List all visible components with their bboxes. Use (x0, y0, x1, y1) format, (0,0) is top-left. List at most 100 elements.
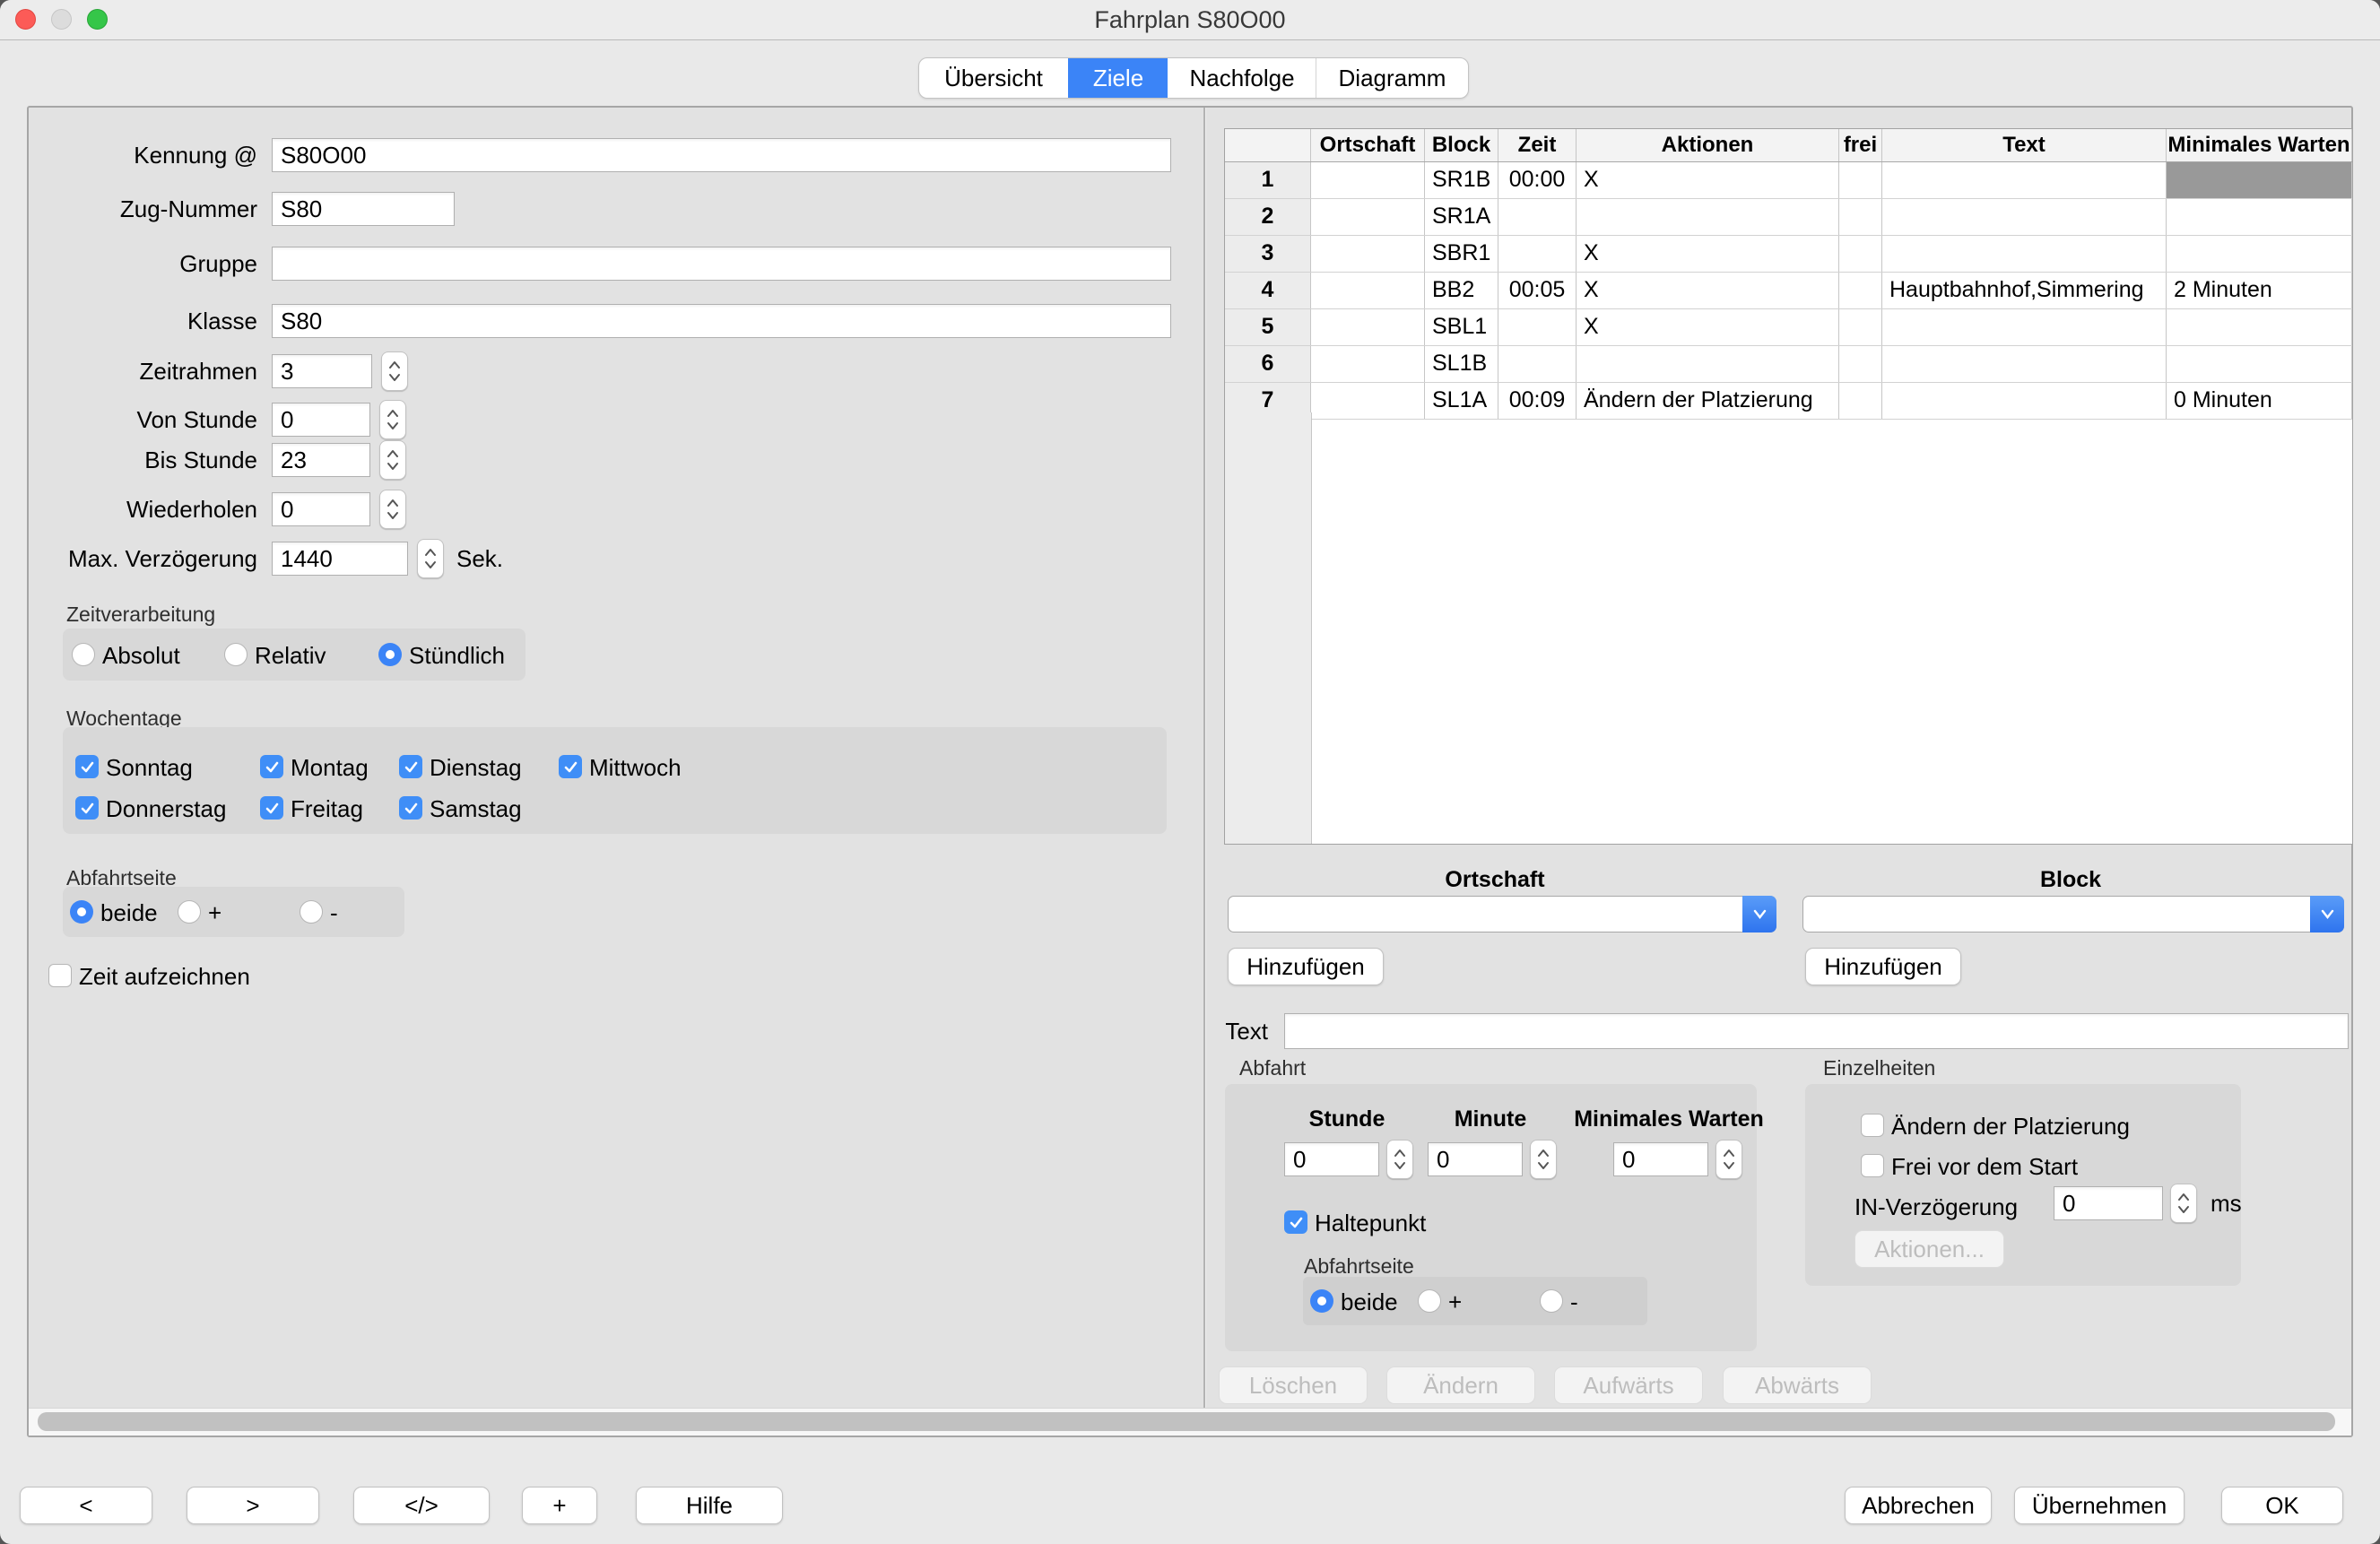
column-header-ortschaft[interactable]: Ortschaft (1311, 129, 1425, 161)
cell-zeit[interactable] (1498, 199, 1577, 235)
checkbox-ndern-der-platzierung[interactable] (1861, 1114, 1884, 1137)
abfahrtseite-radio-beide[interactable] (70, 900, 93, 924)
field-zeitrahmen-stepper[interactable] (381, 351, 408, 391)
stunde-input[interactable]: 0 (1284, 1142, 1379, 1176)
cell-ortschaft[interactable] (1311, 236, 1425, 272)
abfahrtseite-radio-blank[interactable] (178, 900, 201, 924)
cell-num[interactable]: 1 (1225, 162, 1311, 198)
field-klasse-input[interactable]: S80 (272, 304, 1171, 338)
abfahrt-abfahrtseite-radio-blank[interactable] (1418, 1289, 1441, 1313)
field-kennung-input[interactable]: S80O00 (272, 138, 1171, 172)
cell-zeit[interactable] (1498, 236, 1577, 272)
field-max-verz-gerung-stepper[interactable] (417, 539, 444, 578)
cell-warten[interactable] (2167, 236, 2352, 272)
cell-zeit[interactable] (1498, 346, 1577, 382)
uebernehmen-button[interactable]: Übernehmen (2014, 1487, 2185, 1524)
field-max-verz-gerung-input[interactable]: 1440 (272, 542, 408, 576)
column-header-text[interactable]: Text (1882, 129, 2167, 161)
abfahrt-abfahrtseite-radio-blank[interactable] (1540, 1289, 1563, 1313)
column-header-minimales-warten[interactable]: Minimales Warten (2167, 129, 2352, 161)
checkbox-frei-vor-dem-start[interactable] (1861, 1154, 1884, 1177)
cell-aktionen[interactable] (1577, 199, 1839, 235)
minimales-warten-input[interactable]: 0 (1613, 1142, 1708, 1176)
cell-aktionen[interactable]: Ändern der Platzierung (1577, 383, 1839, 419)
checkbox-sonntag[interactable] (75, 755, 99, 778)
abbrechen-button[interactable]: Abbrechen (1845, 1487, 1992, 1524)
cell-warten[interactable]: 2 Minuten (2167, 273, 2352, 308)
table-row[interactable]: 2 SR1A (1225, 199, 2352, 236)
cell-zeit[interactable]: 00:09 (1498, 383, 1577, 419)
cell-text[interactable] (1882, 346, 2167, 382)
field-bis-stunde-input[interactable]: 23 (272, 443, 370, 477)
column-header-row-number[interactable] (1225, 129, 1311, 161)
in-verzoegerung-input[interactable]: 0 (2054, 1186, 2163, 1220)
field-zug-nummer-input[interactable]: S80 (272, 192, 455, 226)
checkbox-dienstag[interactable] (399, 755, 422, 778)
in-verzoegerung-stepper[interactable] (2170, 1184, 2197, 1223)
column-header-frei[interactable]: frei (1839, 129, 1882, 161)
radio-absolut[interactable] (72, 643, 95, 666)
cell-zeit[interactable] (1498, 309, 1577, 345)
block-hinzufuegen-button[interactable]: Hinzufügen (1805, 948, 1961, 985)
cell-block[interactable]: SL1A (1425, 383, 1498, 419)
prev-button[interactable]: < (20, 1487, 152, 1524)
cell-text[interactable] (1882, 383, 2167, 419)
cell-num[interactable]: 5 (1225, 309, 1311, 345)
cell-block[interactable]: SR1B (1425, 162, 1498, 198)
cell-aktionen[interactable]: X (1577, 162, 1839, 198)
cell-num[interactable]: 6 (1225, 346, 1311, 382)
cell-warten[interactable] (2167, 309, 2352, 345)
table-row[interactable]: 1 SR1B00:00X (1225, 162, 2352, 199)
table-row[interactable]: 6SL1B (1225, 346, 2352, 383)
stunde-stepper[interactable] (1386, 1140, 1413, 1179)
cell-warten[interactable] (2167, 346, 2352, 382)
ndern-button[interactable]: Ändern (1386, 1366, 1535, 1404)
cell-warten[interactable] (2167, 162, 2352, 198)
ortschaft-hinzufuegen-button[interactable]: Hinzufügen (1228, 948, 1384, 985)
cell-zeit[interactable]: 00:05 (1498, 273, 1577, 308)
cell-zeit[interactable]: 00:00 (1498, 162, 1577, 198)
block-combobox[interactable] (1802, 896, 2344, 932)
field-von-stunde-stepper[interactable] (379, 400, 406, 439)
cell-frei[interactable] (1839, 273, 1882, 308)
minute-stepper[interactable] (1530, 1140, 1557, 1179)
ortschaft-combobox[interactable] (1228, 896, 1776, 932)
cell-frei[interactable] (1839, 383, 1882, 419)
l-schen-button[interactable]: Löschen (1219, 1366, 1368, 1404)
next-button[interactable]: > (187, 1487, 319, 1524)
cell-ortschaft[interactable] (1311, 309, 1425, 345)
code-button[interactable]: </> (353, 1487, 490, 1524)
tab-nachfolge[interactable]: Nachfolge (1168, 58, 1316, 98)
cell-text[interactable] (1882, 309, 2167, 345)
column-header-zeit[interactable]: Zeit (1498, 129, 1577, 161)
field-gruppe-input[interactable] (272, 247, 1171, 281)
aktionen-button[interactable]: Aktionen... (1854, 1230, 2004, 1268)
horizontal-scrollbar-thumb[interactable] (38, 1412, 2335, 1431)
add-button[interactable]: + (522, 1487, 597, 1524)
checkbox-mittwoch[interactable] (559, 755, 582, 778)
tab-bersicht[interactable]: Übersicht (919, 58, 1068, 98)
horizontal-scrollbar[interactable] (29, 1408, 2351, 1436)
cell-num[interactable]: 4 (1225, 273, 1311, 308)
cell-aktionen[interactable]: X (1577, 309, 1839, 345)
field-von-stunde-input[interactable]: 0 (272, 403, 370, 437)
cell-ortschaft[interactable] (1311, 346, 1425, 382)
table-row[interactable]: 5SBL1X (1225, 309, 2352, 346)
checkbox-donnerstag[interactable] (75, 796, 99, 820)
cell-num[interactable]: 2 (1225, 199, 1311, 235)
table-row[interactable]: 3SBR1X (1225, 236, 2352, 273)
cell-frei[interactable] (1839, 236, 1882, 272)
aufw-rts-button[interactable]: Aufwärts (1554, 1366, 1703, 1404)
cell-block[interactable]: SR1A (1425, 199, 1498, 235)
cell-frei[interactable] (1839, 199, 1882, 235)
column-header-aktionen[interactable]: Aktionen (1577, 129, 1839, 161)
checkbox-freitag[interactable] (260, 796, 283, 820)
tab-ziele[interactable]: Ziele (1068, 58, 1168, 98)
cell-block[interactable]: SBR1 (1425, 236, 1498, 272)
hilfe-button[interactable]: Hilfe (636, 1487, 783, 1524)
cell-warten[interactable] (2167, 199, 2352, 235)
column-header-block[interactable]: Block (1425, 129, 1498, 161)
tab-diagramm[interactable]: Diagramm (1316, 58, 1468, 98)
checkbox-montag[interactable] (260, 755, 283, 778)
field-zeitrahmen-input[interactable]: 3 (272, 354, 372, 388)
